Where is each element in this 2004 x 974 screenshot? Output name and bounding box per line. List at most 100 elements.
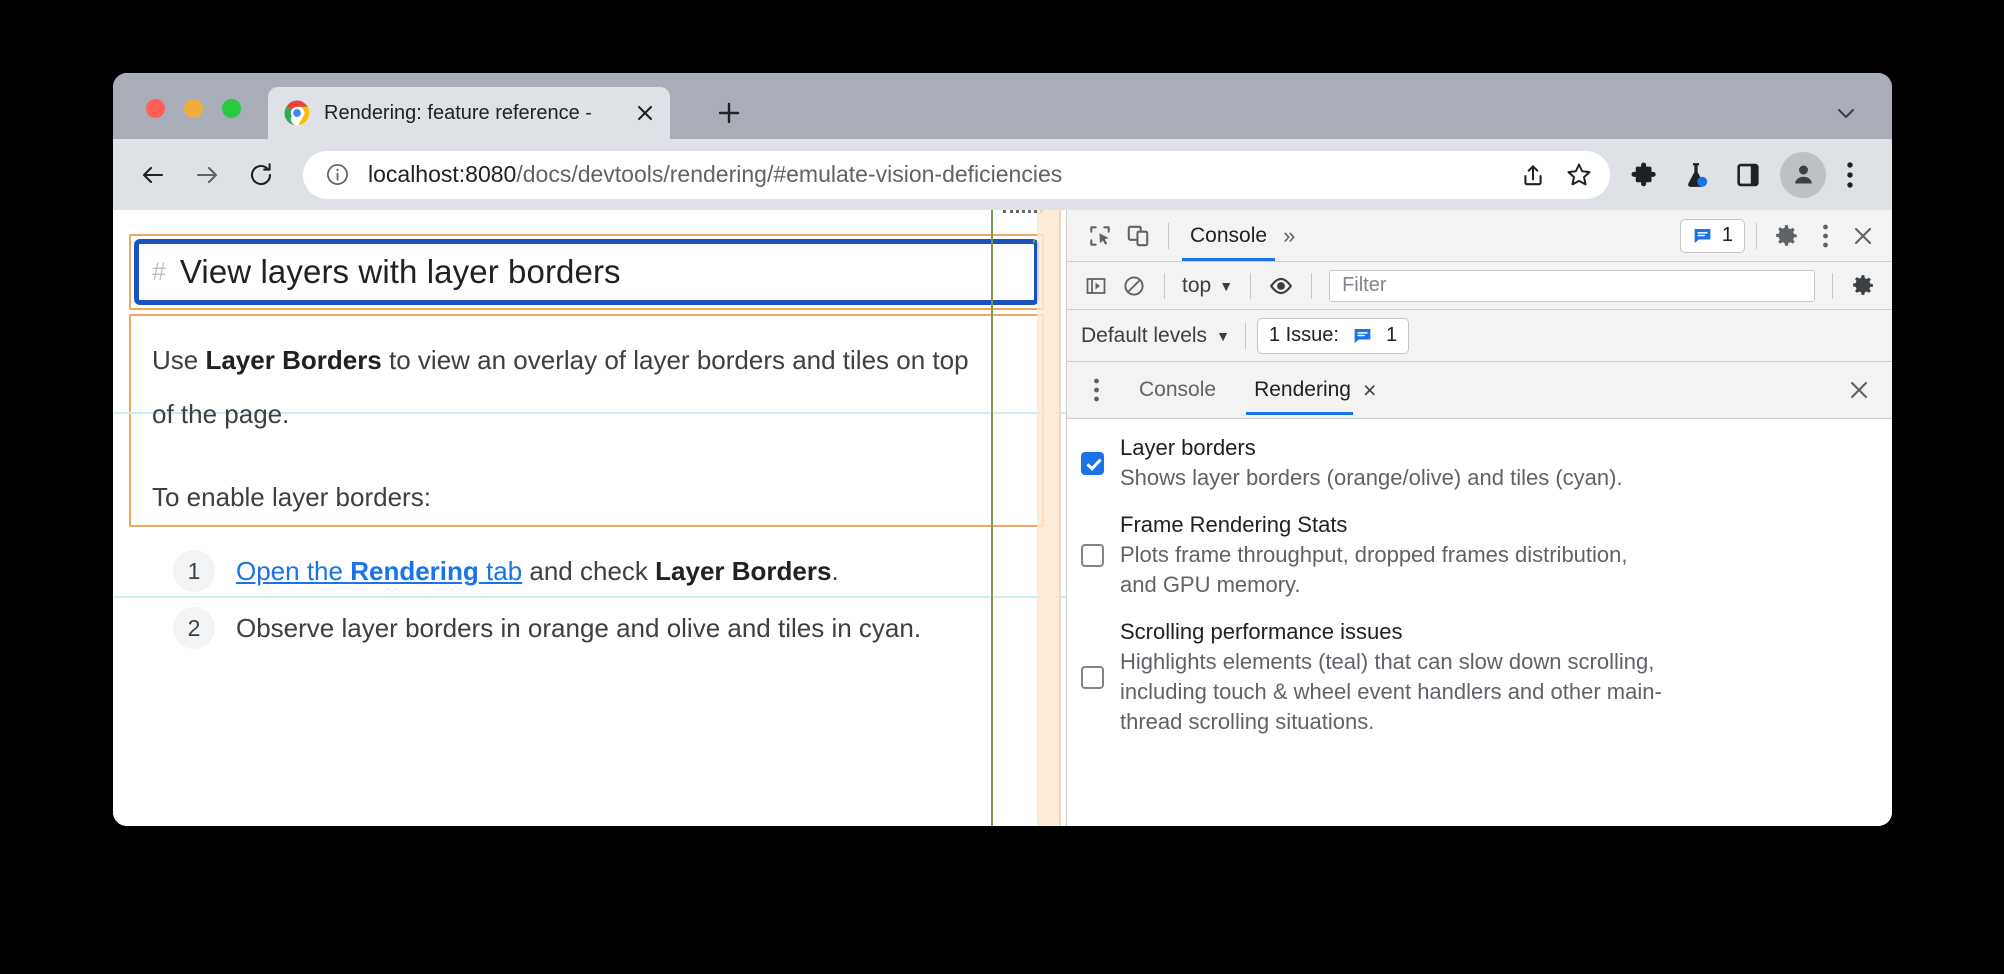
setting-description: Shows layer borders (orange/olive) and t… xyxy=(1120,465,1623,490)
filter-input[interactable]: Filter xyxy=(1329,269,1815,302)
toolbar-divider xyxy=(1164,272,1165,299)
chevron-down-icon[interactable] xyxy=(1828,95,1864,131)
document-body: # View layers with layer borders Use Lay… xyxy=(113,210,1066,826)
link-pre: Open the xyxy=(236,555,351,586)
share-icon[interactable] xyxy=(1510,152,1556,198)
list-item-number: 2 xyxy=(173,607,215,649)
more-panels-icon[interactable]: » xyxy=(1277,223,1299,249)
reload-button[interactable] xyxy=(239,153,283,197)
page-heading-text: View layers with layer borders xyxy=(179,253,621,290)
log-levels-value: Default levels xyxy=(1081,323,1208,347)
issue-speech-bubble-icon xyxy=(1692,225,1713,246)
link-bold: Rendering xyxy=(350,555,479,586)
viewport: # View layers with layer borders Use Lay… xyxy=(113,210,1892,826)
close-window-button[interactable] xyxy=(146,99,165,118)
list-item-number: 1 xyxy=(173,550,215,592)
close-drawer-icon[interactable] xyxy=(1840,371,1878,409)
layer-borders-checkbox[interactable] xyxy=(1081,451,1104,475)
filter-placeholder: Filter xyxy=(1342,274,1387,296)
browser-toolbar: localhost:8080/docs/devtools/rendering/#… xyxy=(113,139,1892,210)
chrome-logo-icon xyxy=(284,100,310,126)
experiments-flask-icon[interactable] xyxy=(1670,149,1722,201)
url-text: localhost:8080/docs/devtools/rendering/#… xyxy=(368,161,1510,188)
rendering-settings-list: Layer borders Shows layer borders (orang… xyxy=(1067,419,1892,826)
close-icon[interactable] xyxy=(632,100,658,126)
clear-console-icon[interactable] xyxy=(1115,267,1153,305)
more-options-icon[interactable] xyxy=(1806,217,1844,255)
bookmark-star-icon[interactable] xyxy=(1556,152,1602,198)
tab-console[interactable]: Console xyxy=(1180,224,1277,261)
chrome-menu-icon[interactable] xyxy=(1832,149,1868,201)
frame-rendering-stats-checkbox[interactable] xyxy=(1081,543,1104,567)
side-panel-icon[interactable] xyxy=(1722,149,1774,201)
tab-strip: Rendering: feature reference - xyxy=(113,73,1892,139)
toolbar-divider xyxy=(1311,272,1313,299)
list-item: 1 Open the Rendering tab and check Layer… xyxy=(173,550,839,592)
setting-title: Frame Rendering Stats xyxy=(1120,512,1348,537)
toolbar-divider xyxy=(1168,222,1169,249)
list-item-text: Open the Rendering tab and check Layer B… xyxy=(236,556,839,587)
address-bar[interactable]: localhost:8080/docs/devtools/rendering/#… xyxy=(303,150,1610,199)
browser-tab[interactable]: Rendering: feature reference - xyxy=(268,87,670,139)
setting-frame-rendering-stats[interactable]: Frame Rendering Stats Plots frame throug… xyxy=(1081,510,1874,600)
new-tab-button[interactable] xyxy=(711,95,747,131)
web-page-content: # View layers with layer borders Use Lay… xyxy=(113,210,1066,826)
chevron-down-icon: ▼ xyxy=(1219,277,1234,294)
console-settings-gear-icon[interactable] xyxy=(1844,267,1882,305)
live-expression-eye-icon[interactable] xyxy=(1262,267,1300,305)
anchor-hash-icon[interactable]: # xyxy=(152,258,166,287)
issue-speech-bubble-icon xyxy=(1352,325,1373,346)
execution-context-value: top xyxy=(1182,273,1212,297)
close-devtools-icon[interactable] xyxy=(1844,217,1882,255)
rendering-tab-link[interactable]: Open the Rendering tab xyxy=(236,556,522,586)
profile-avatar[interactable] xyxy=(1780,151,1826,198)
step-bold: Layer Borders xyxy=(655,555,832,586)
paragraph-intro-pre: Use xyxy=(152,345,206,375)
device-toolbar-icon[interactable] xyxy=(1119,217,1157,255)
url-path: /docs/devtools/rendering/#emulate-vision… xyxy=(516,161,1063,187)
forward-button[interactable] xyxy=(185,153,229,197)
window-traffic-lights xyxy=(146,99,241,118)
info-icon[interactable] xyxy=(325,163,350,187)
console-levels-toolbar: Default levels ▼ 1 Issue: 1 xyxy=(1067,310,1892,362)
link-post: tab xyxy=(478,555,523,586)
page-heading: # View layers with layer borders xyxy=(135,241,1037,303)
paragraph-intro-bold: Layer Borders xyxy=(205,345,382,375)
console-sidebar-icon[interactable] xyxy=(1077,267,1115,305)
execution-context-select[interactable]: top ▼ xyxy=(1176,274,1239,298)
browser-window: Rendering: feature reference - localhost… xyxy=(113,73,1892,826)
paragraph-enable: To enable layer borders: xyxy=(152,482,431,512)
scrolling-performance-issues-checkbox[interactable] xyxy=(1081,665,1104,689)
maximize-window-button[interactable] xyxy=(222,99,241,118)
issues-banner-text: 1 Issue: xyxy=(1268,324,1339,346)
drawer-tab-bar: Console Rendering × xyxy=(1067,362,1892,419)
gear-icon[interactable] xyxy=(1768,217,1806,255)
issues-banner-count: 1 xyxy=(1385,324,1398,346)
minimize-window-button[interactable] xyxy=(184,99,203,118)
list-item: 2 Observe layer borders in orange and ol… xyxy=(173,607,921,649)
setting-layer-borders[interactable]: Layer borders Shows layer borders (orang… xyxy=(1081,433,1874,493)
inspect-element-icon[interactable] xyxy=(1081,217,1119,255)
back-button[interactable] xyxy=(131,153,175,197)
toolbar-divider xyxy=(1250,272,1252,299)
chevron-down-icon: ▼ xyxy=(1216,327,1230,344)
setting-description: Highlights elements (teal) that can slow… xyxy=(1120,649,1662,734)
setting-scrolling-performance-issues[interactable]: Scrolling performance issues Highlights … xyxy=(1081,617,1874,737)
drawer-more-tools-icon[interactable] xyxy=(1077,371,1115,409)
toolbar-divider xyxy=(1832,272,1833,299)
close-icon[interactable]: × xyxy=(1355,377,1384,404)
extensions-puzzle-icon[interactable] xyxy=(1618,149,1670,201)
issues-banner-button[interactable]: 1 Issue: 1 xyxy=(1256,317,1410,354)
issues-count: 1 xyxy=(1721,224,1733,246)
drawer-tab-rendering[interactable]: Rendering xyxy=(1244,378,1355,415)
console-toolbar: top ▼ Filter xyxy=(1067,262,1892,310)
paragraph-intro: Use Layer Borders to view an overlay of … xyxy=(152,333,992,441)
setting-title: Layer borders xyxy=(1120,435,1256,460)
log-levels-select[interactable]: Default levels ▼ xyxy=(1081,324,1234,348)
tab-title: Rendering: feature reference - xyxy=(324,101,592,124)
step-tail: . xyxy=(831,555,839,586)
drawer-tab-console[interactable]: Console xyxy=(1129,378,1226,402)
issues-counter-button[interactable]: 1 xyxy=(1679,218,1745,253)
step-mid: and check xyxy=(522,555,656,586)
devtools-panel: Console » 1 top ▼ Filter Default levels … xyxy=(1066,210,1892,826)
